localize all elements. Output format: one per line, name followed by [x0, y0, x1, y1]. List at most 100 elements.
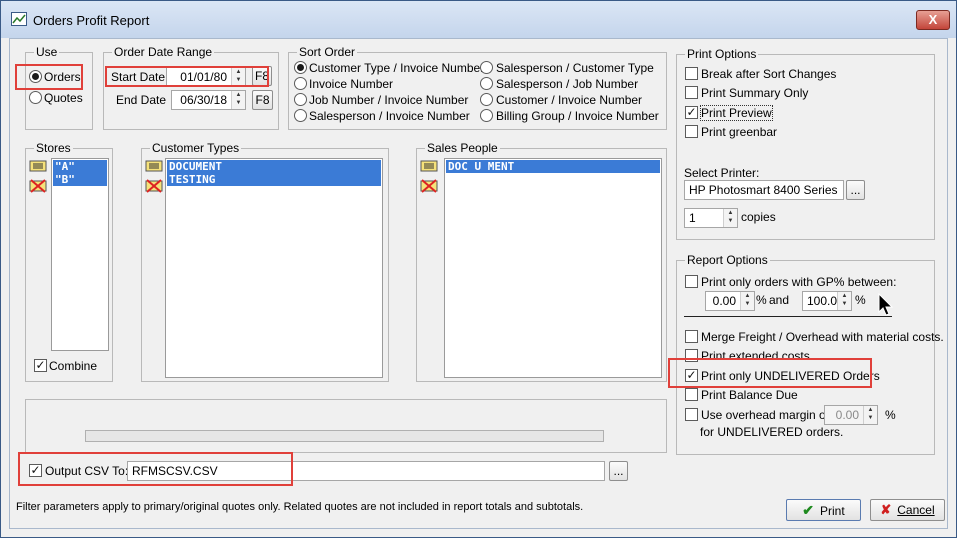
print-preview-label[interactable]: Print Preview — [700, 105, 773, 121]
use-legend: Use — [34, 45, 60, 59]
undelivered-highlight — [668, 358, 872, 388]
sort-customer-invoice-radio[interactable] — [480, 93, 493, 106]
title-bar[interactable]: Orders Profit Report X — [1, 1, 956, 38]
sort-job-number-invoice-radio[interactable] — [294, 93, 307, 106]
select-all-icon[interactable] — [420, 159, 438, 173]
print-button-label: Print — [820, 504, 845, 518]
select-all-icon[interactable] — [145, 159, 163, 173]
print-button[interactable]: ✔ Print — [786, 499, 861, 521]
sort-salesperson-job-number-label[interactable]: Salesperson / Job Number — [496, 77, 638, 91]
orders-profit-report-window: Orders Profit Report X Use Orders Quotes… — [0, 0, 957, 538]
overhead-margin-checkbox[interactable] — [685, 408, 698, 421]
end-date-field[interactable]: 06/30/18 ▲ ▼ — [171, 90, 246, 110]
clear-selection-icon[interactable] — [145, 179, 163, 193]
sort-salesperson-invoice-radio[interactable] — [294, 109, 307, 122]
customer-types-list[interactable]: DOCUMENT TESTING — [165, 158, 383, 378]
overhead-margin-value: 0.00 — [835, 408, 859, 422]
sort-billing-group-invoice-radio[interactable] — [480, 109, 493, 122]
clear-selection-icon[interactable] — [420, 179, 438, 193]
select-printer-label: Select Printer: — [684, 166, 760, 180]
sort-job-number-invoice-label[interactable]: Job Number / Invoice Number — [309, 93, 468, 107]
customer-type-item-testing[interactable]: TESTING — [167, 173, 381, 186]
select-all-icon[interactable] — [29, 159, 47, 173]
store-item-b[interactable]: "B" — [53, 173, 107, 186]
start-date-highlight — [105, 66, 269, 87]
customer-types-legend: Customer Types — [150, 141, 242, 155]
overhead-margin-label[interactable]: Use overhead margin of — [701, 408, 829, 422]
print-greenbar-checkbox[interactable] — [685, 125, 698, 138]
printer-field[interactable]: HP Photosmart 8400 Series — [684, 180, 844, 200]
filter-note: Filter parameters apply to primary/origi… — [16, 501, 584, 513]
copies-value: 1 — [689, 211, 696, 225]
overhead-margin-spinner[interactable]: ▲ ▼ — [863, 406, 877, 424]
sort-customer-type-invoice-label[interactable]: Customer Type / Invoice Number — [309, 61, 484, 75]
copies-field[interactable]: 1 ▲ ▼ — [684, 208, 738, 228]
stores-list[interactable]: "A" "B" — [51, 158, 109, 351]
sales-people-list[interactable]: DOC U MENT — [444, 158, 662, 378]
sort-customer-type-invoice-radio[interactable] — [294, 61, 307, 74]
gp-high-percent: % — [855, 293, 866, 307]
report-options-divider — [684, 316, 892, 317]
print-balance-due-label[interactable]: Print Balance Due — [701, 388, 798, 402]
gp-low-spinner[interactable]: ▲ ▼ — [740, 292, 754, 310]
sort-order-legend: Sort Order — [297, 45, 358, 59]
end-date-spinner[interactable]: ▲ ▼ — [231, 91, 245, 109]
date-range-legend: Order Date Range — [112, 45, 215, 59]
customer-type-item-document[interactable]: DOCUMENT — [167, 160, 381, 173]
sort-customer-invoice-label[interactable]: Customer / Invoice Number — [496, 93, 642, 107]
break-after-sort-checkbox[interactable] — [685, 67, 698, 80]
dialog-body: Use Orders Quotes Order Date Range Start… — [9, 38, 948, 529]
copies-label: copies — [741, 210, 776, 224]
sort-salesperson-customer-type-radio[interactable] — [480, 61, 493, 74]
output-csv-highlight — [18, 452, 293, 486]
progress-bar — [85, 430, 604, 442]
x-icon: ✘ — [880, 502, 892, 517]
gp-high-spinner[interactable]: ▲ ▼ — [837, 292, 851, 310]
combine-checkbox[interactable]: ✓ — [34, 359, 47, 372]
merge-freight-checkbox[interactable] — [685, 330, 698, 343]
sort-salesperson-invoice-label[interactable]: Salesperson / Invoice Number — [309, 109, 470, 123]
orders-highlight — [15, 64, 83, 90]
break-after-sort-label[interactable]: Break after Sort Changes — [701, 67, 836, 81]
mouse-pointer-icon — [878, 293, 894, 316]
report-icon — [11, 12, 27, 26]
merge-freight-label[interactable]: Merge Freight / Overhead with material c… — [701, 330, 944, 344]
copies-spinner[interactable]: ▲ ▼ — [723, 209, 737, 227]
gp-range-checkbox[interactable] — [685, 275, 698, 288]
gp-low-field[interactable]: 0.00 ▲ ▼ — [705, 291, 755, 311]
print-greenbar-label[interactable]: Print greenbar — [701, 125, 777, 139]
gp-low-value: 0.00 — [712, 294, 736, 308]
end-date-label: End Date — [116, 93, 167, 107]
gp-and-label: and — [769, 293, 790, 307]
store-item-a[interactable]: "A" — [53, 160, 107, 173]
sort-invoice-number-radio[interactable] — [294, 77, 307, 90]
sort-billing-group-invoice-label[interactable]: Billing Group / Invoice Number — [496, 109, 659, 123]
end-date-f8-button[interactable]: F8 — [252, 90, 273, 110]
quotes-radio-label[interactable]: Quotes — [44, 91, 83, 105]
print-preview-checkbox[interactable]: ✓ — [685, 106, 698, 119]
quotes-radio[interactable] — [29, 91, 42, 104]
clear-selection-icon[interactable] — [29, 179, 47, 193]
close-button[interactable]: X — [916, 10, 950, 30]
gp-high-value: 100.0 — [807, 294, 838, 308]
overhead-margin-field[interactable]: 0.00 ▲ ▼ — [824, 405, 878, 425]
sales-person-item-doc-u-ment[interactable]: DOC U MENT — [446, 160, 660, 173]
sort-invoice-number-label[interactable]: Invoice Number — [309, 77, 393, 91]
output-csv-browse-button[interactable]: ... — [609, 461, 628, 481]
end-date-value: 06/30/18 — [180, 93, 227, 107]
cancel-button[interactable]: ✘ Cancel — [870, 499, 945, 521]
print-balance-due-checkbox[interactable] — [685, 388, 698, 401]
print-summary-only-label[interactable]: Print Summary Only — [701, 86, 808, 100]
sort-salesperson-customer-type-label[interactable]: Salesperson / Customer Type — [496, 61, 654, 75]
sort-salesperson-job-number-radio[interactable] — [480, 77, 493, 90]
report-options-legend: Report Options — [685, 253, 770, 267]
progress-area — [25, 399, 667, 453]
print-options-legend: Print Options — [685, 47, 759, 61]
gp-range-label[interactable]: Print only orders with GP% between: — [701, 275, 896, 289]
combine-label[interactable]: Combine — [49, 359, 97, 373]
print-summary-only-checkbox[interactable] — [685, 86, 698, 99]
gp-high-field[interactable]: 100.0 ▲ ▼ — [802, 291, 852, 311]
stores-legend: Stores — [34, 141, 73, 155]
window-title: Orders Profit Report — [33, 13, 150, 28]
printer-browse-button[interactable]: ... — [846, 180, 865, 200]
